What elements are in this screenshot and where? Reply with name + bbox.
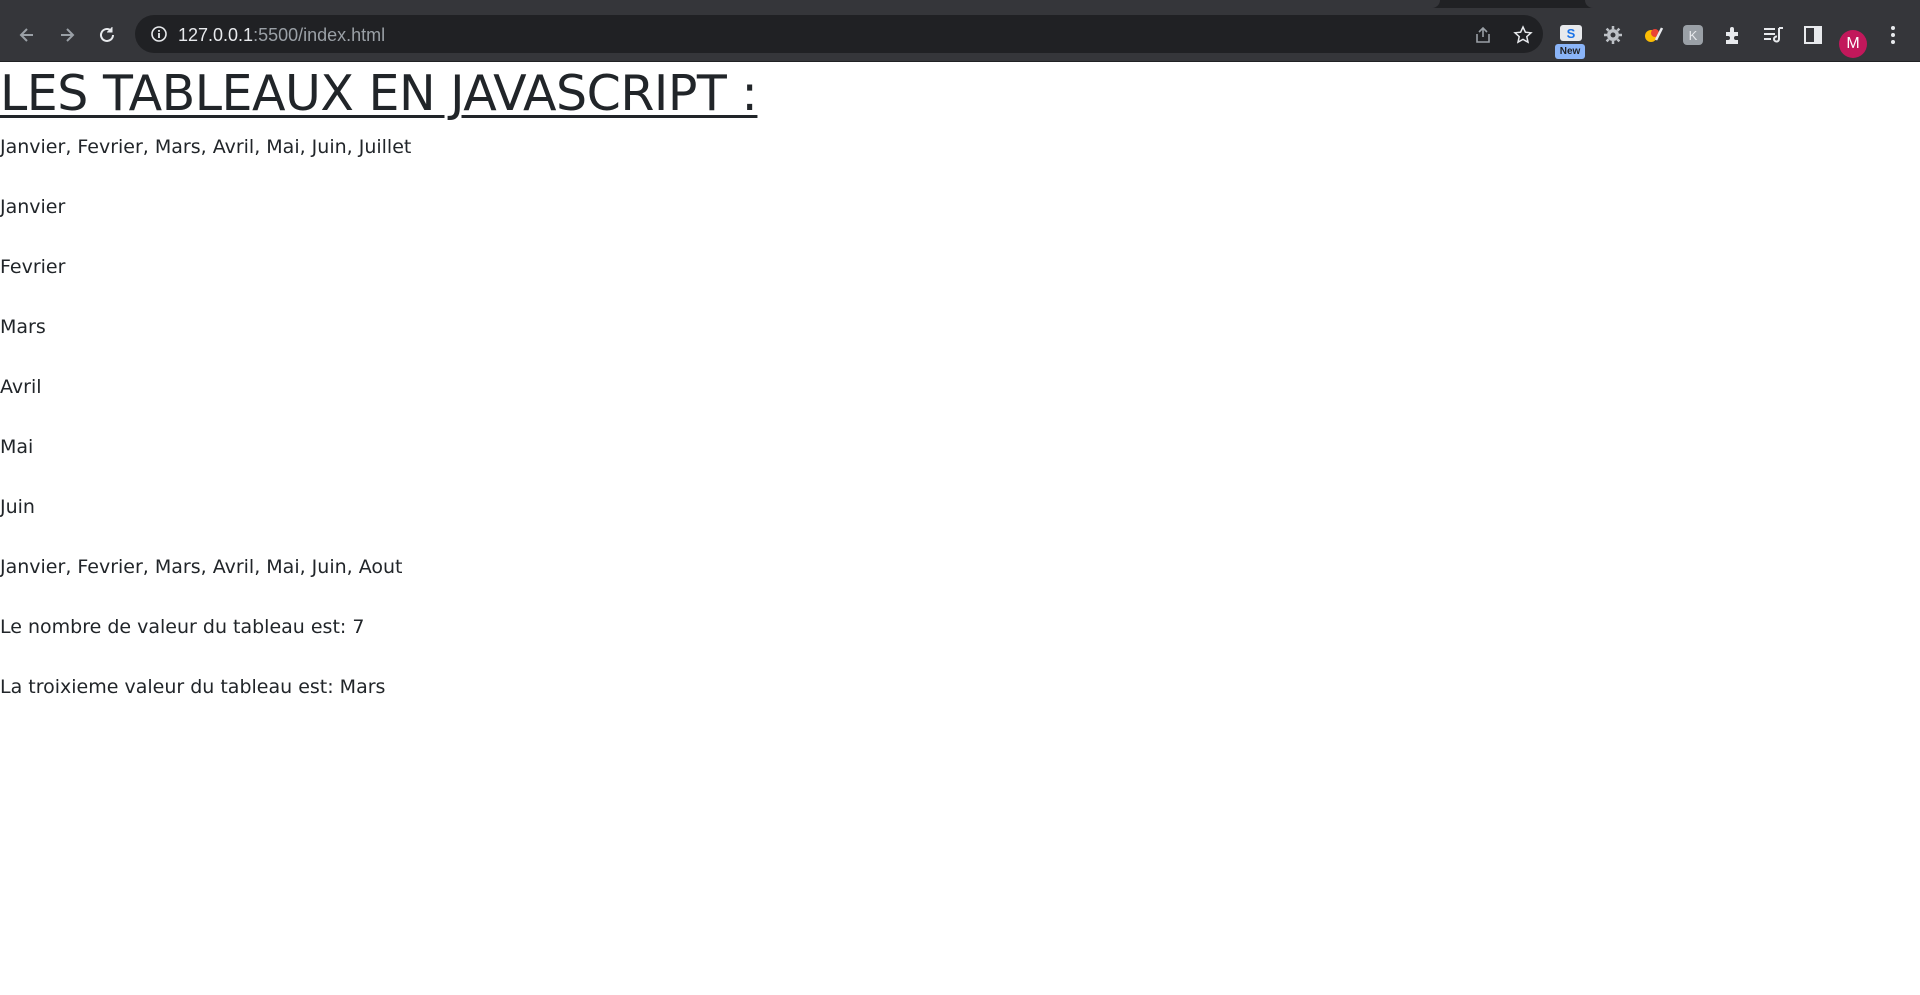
third-value-line: La troixieme valeur du tableau est: Mars [0,676,386,698]
page-heading: LES TABLEAUX EN JAVASCRIPT : [0,65,758,122]
share-icon[interactable] [1472,24,1494,46]
modified-array-line: Janvier, Fevrier, Mars, Avril, Mai, Juin… [0,556,403,578]
month-line: Fevrier [0,256,66,278]
extension-gear-icon[interactable] [1600,22,1626,48]
page-content: LES TABLEAUX EN JAVASCRIPT : Janvier, Fe… [0,62,1920,995]
months-array-line: Janvier, Fevrier, Mars, Avril, Mai, Juin… [0,136,412,158]
tab-strip [0,0,1920,8]
extension-colorpicker-icon[interactable] [1640,22,1666,48]
month-line: Juin [0,496,35,518]
side-panel-icon[interactable] [1800,22,1826,48]
menu-kebab-icon[interactable] [1880,22,1906,48]
back-icon[interactable] [14,22,40,48]
forward-icon[interactable] [54,22,80,48]
url-text[interactable]: 127.0.0.1:5500/index.html [178,25,385,46]
svg-text:K: K [1689,28,1698,43]
month-line: Mars [0,316,46,338]
svg-text:S: S [1567,26,1576,41]
reload-icon[interactable] [94,22,120,48]
extension-new-badge: New [1555,44,1585,59]
url-host: 127.0.0.1 [178,25,254,45]
browser-toolbar: 127.0.0.1:5500/index.html S New K M [0,8,1920,62]
month-line: Avril [0,376,42,398]
bookmark-star-icon[interactable] [1512,24,1534,46]
month-line: Janvier [0,196,66,218]
extensions-puzzle-icon[interactable] [1720,22,1746,48]
array-length-line: Le nombre de valeur du tableau est: 7 [0,616,365,638]
active-tab-edge[interactable] [0,0,1440,8]
profile-avatar[interactable]: M [1839,30,1867,58]
extension-k-icon[interactable]: K [1680,22,1706,48]
tab-edge[interactable] [1585,0,1920,8]
address-bar[interactable]: 127.0.0.1:5500/index.html [135,15,1543,53]
site-info-icon[interactable] [149,24,169,44]
month-line: Mai [0,436,34,458]
url-path: :5500/index.html [253,25,386,45]
reading-list-icon[interactable] [1760,22,1786,48]
